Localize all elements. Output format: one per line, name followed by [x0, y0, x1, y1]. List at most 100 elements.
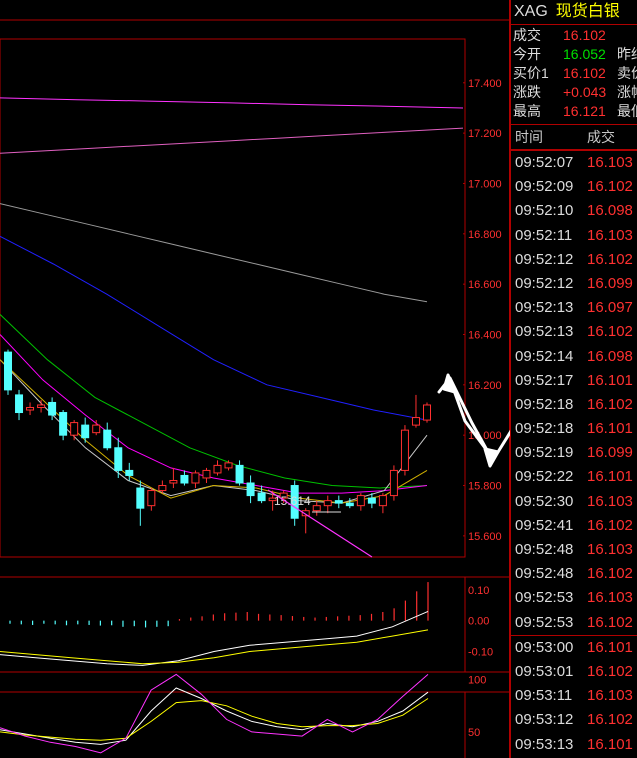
candle-body [246, 482, 255, 497]
tick-row: 09:52:53 16.103 [511, 586, 637, 610]
tick-row: 09:52:11 16.103 [511, 224, 637, 248]
tick-row: 09:52:18 16.102 [511, 393, 637, 417]
tick-price: 16.102 [587, 250, 633, 268]
tick-time: 09:52:13 [515, 299, 574, 317]
tick-row: 09:52:53 16.102 [511, 611, 637, 635]
tick-price: 16.101 [587, 420, 633, 438]
tick-price: 16.103 [587, 492, 633, 510]
tick-time: 09:52:18 [515, 395, 574, 413]
quote-label: 今开 [513, 46, 541, 62]
tick-price: 16.103 [587, 154, 633, 171]
candle-body [235, 464, 244, 484]
tick-row: 09:52:07 16.103 [511, 150, 637, 175]
kdj-tick-label: 100 [468, 675, 486, 687]
candle-body [378, 495, 387, 507]
macd-line [0, 629, 429, 665]
tick-price: 16.103 [587, 541, 633, 558]
ticks-header-price: 成交 [587, 129, 615, 145]
candle-body [92, 424, 101, 434]
quote-summary: 成交 16.102 今开 16.052 昨结买价1 16.102 卖价涨跌 +0.043 涨幅最… [511, 25, 637, 125]
tick-row: 09:52:14 16.098 [511, 345, 637, 369]
candle-body [81, 424, 90, 439]
quote-value: +0.043 [563, 84, 607, 100]
price-tick-label: 17.000 [468, 178, 502, 190]
macd-tick-label: 0.10 [468, 585, 489, 597]
ma-line [0, 97, 464, 109]
tick-price: 16.102 [587, 323, 633, 341]
price-tick-label: 15.800 [468, 481, 502, 493]
kline-chart[interactable]: 17.400 17.200 17.000 16.800 16.600 16.400 16.2… [0, 0, 510, 758]
tick-price: 16.101 [587, 371, 633, 389]
tick-time: 09:53:00 [515, 638, 574, 656]
tick-row: 09:53:13 16.101 [511, 733, 637, 757]
tick-time: 09:53:11 [515, 687, 573, 705]
candle-body [4, 351, 12, 391]
candle-body [224, 462, 233, 469]
tick-time: 09:52:53 [515, 589, 574, 607]
ma-line [0, 314, 428, 489]
tick-price: 16.101 [587, 468, 633, 486]
ma-line [0, 235, 428, 421]
quote-value: 16.052 [563, 46, 606, 62]
tick-price: 16.099 [587, 274, 633, 292]
candle-body [158, 485, 167, 492]
candle-body [423, 404, 431, 421]
price-tick-label: 15.600 [468, 531, 502, 543]
candle-body [334, 500, 343, 504]
tick-price: 16.102 [587, 516, 633, 534]
quote-label: 涨跌 [513, 84, 541, 100]
candle-body [59, 412, 68, 436]
tick-time: 09:52:22 [515, 468, 574, 486]
tick-list[interactable]: 09:52:07 16.103 09:52:09 16.102 09:52:10 16.0… [511, 150, 637, 758]
candle-body [367, 497, 376, 504]
candle-body [411, 417, 420, 426]
tick-price: 16.103 [587, 589, 633, 607]
candlesticks [4, 349, 431, 534]
tick-row: 09:52:22 16.101 [511, 465, 637, 489]
quote-label: 成交 [513, 27, 541, 43]
quote-row: 今开 16.052 昨结 [511, 45, 637, 64]
tick-time: 09:53:12 [515, 711, 574, 729]
ma-line [0, 127, 464, 154]
symbol-code: XAG [514, 3, 548, 20]
quote-label-secondary: 昨结 [617, 46, 637, 62]
tick-row: 09:52:12 16.102 [511, 248, 637, 272]
tick-price: 16.102 [587, 711, 633, 729]
tick-row: 09:53:00 16.101 [511, 634, 637, 660]
price-tick-label: 16.600 [468, 279, 502, 291]
tick-row: 09:52:48 16.103 [511, 538, 637, 562]
tick-time: 09:52:53 [515, 613, 574, 631]
candle-body [15, 394, 24, 414]
tick-time: 09:52:09 [515, 178, 574, 196]
tick-price: 16.101 [587, 735, 633, 753]
tick-row: 09:52:12 16.099 [511, 272, 637, 296]
price-tick-label: 17.200 [468, 128, 502, 140]
tick-price: 16.103 [587, 226, 633, 244]
tick-row: 09:53:11 16.103 [511, 684, 637, 708]
tick-price: 16.101 [587, 638, 633, 656]
tick-time: 09:53:13 [515, 735, 574, 753]
tick-time: 09:52:13 [515, 323, 574, 341]
quote-label-secondary: 最低 [617, 103, 637, 119]
quote-row: 最高 16.121 最低 [511, 102, 637, 121]
candle-body [37, 404, 46, 408]
quote-panel: XAG 现货白银 成交 16.102 今开 16.052 昨结买价1 16.102 卖价涨跌 +… [510, 0, 637, 758]
tick-price: 16.098 [587, 202, 633, 220]
candle-body [312, 505, 321, 512]
symbol-name: 现货白银 [555, 3, 620, 20]
tick-row: 09:53:12 16.102 [511, 708, 637, 732]
kdj-axis: 100 50 [468, 675, 486, 739]
tick-price: 16.102 [587, 395, 633, 413]
candle-body [389, 469, 398, 497]
tick-price: 16.102 [587, 662, 633, 680]
quote-label: 最高 [513, 103, 541, 119]
tick-time: 09:52:48 [515, 541, 574, 558]
candle-body [202, 469, 211, 479]
macd-indicator [0, 582, 429, 666]
tick-price: 16.097 [587, 299, 633, 317]
quote-label-secondary: 涨幅 [617, 84, 637, 100]
candle-body [114, 447, 123, 471]
tick-row: 09:53:01 16.102 [511, 660, 637, 684]
tick-row: 09:52:19 16.099 [511, 441, 637, 465]
tick-price: 16.102 [587, 178, 633, 196]
